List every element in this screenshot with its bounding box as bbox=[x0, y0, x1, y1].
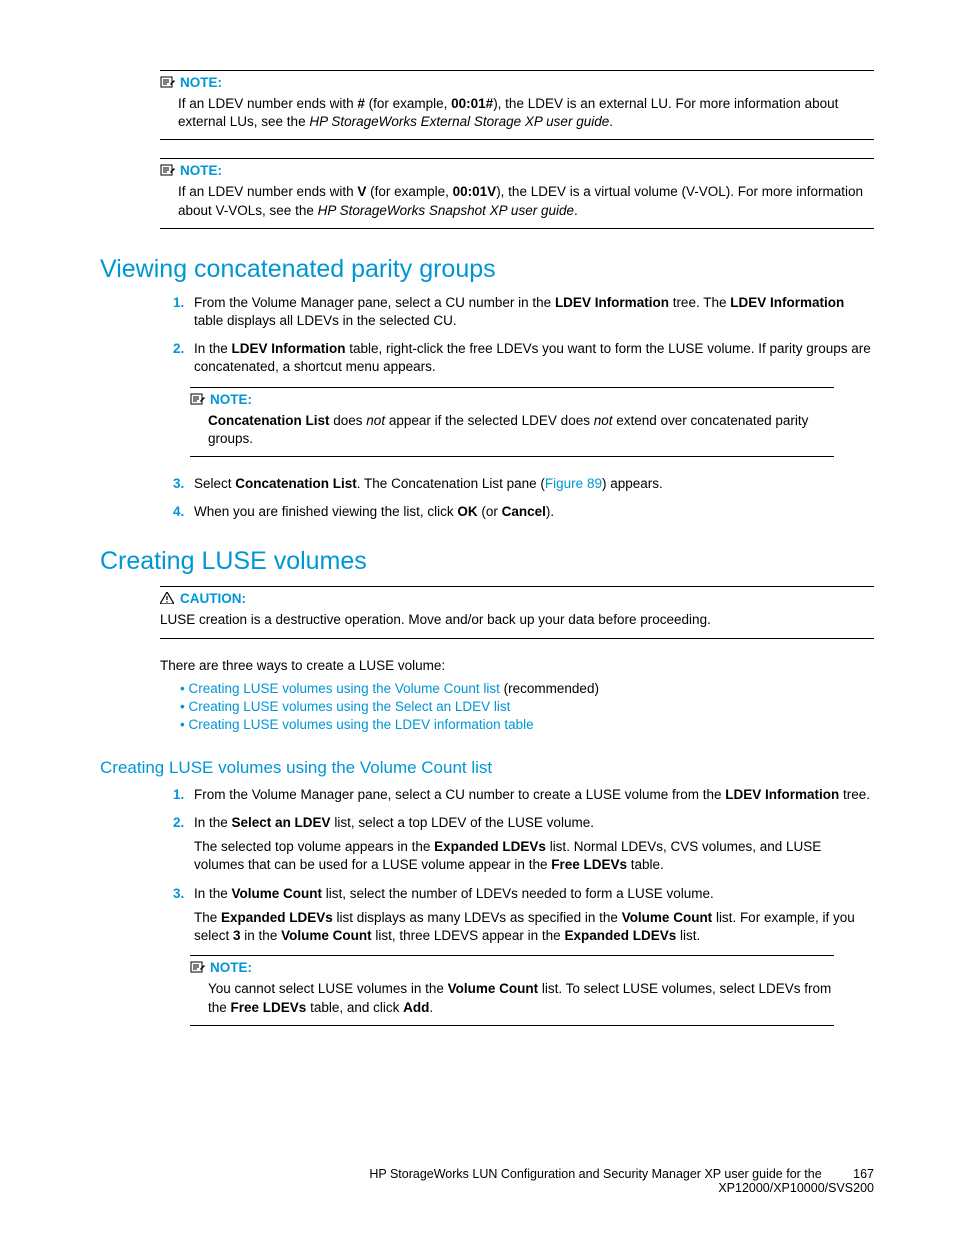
page-number: 167 bbox=[853, 1167, 874, 1181]
step-b3-detail: The Expanded LDEVs list displays as many… bbox=[194, 909, 874, 945]
section-heading-creating: Creating LUSE volumes bbox=[100, 547, 874, 576]
caution-body: LUSE creation is a destructive operation… bbox=[160, 611, 874, 629]
link-volume-count[interactable]: Creating LUSE volumes using the Volume C… bbox=[188, 681, 499, 696]
note-block-1: NOTE: If an LDEV number ends with # (for… bbox=[160, 70, 874, 140]
link-item-3: Creating LUSE volumes using the LDEV inf… bbox=[180, 717, 874, 732]
figure-link[interactable]: Figure 89 bbox=[545, 476, 602, 491]
caution-label: CAUTION: bbox=[180, 591, 246, 606]
link-item-2: Creating LUSE volumes using the Select a… bbox=[180, 699, 874, 714]
step-4: When you are finished viewing the list, … bbox=[188, 503, 874, 521]
step-3: Select Concatenation List. The Concatena… bbox=[188, 475, 874, 493]
link-item-1: Creating LUSE volumes using the Volume C… bbox=[180, 681, 874, 696]
note-block-3: NOTE: Concatenation List does not appear… bbox=[190, 387, 834, 457]
note-label: NOTE: bbox=[180, 75, 222, 90]
note-label: NOTE: bbox=[210, 960, 252, 975]
note-icon bbox=[160, 164, 176, 179]
steps-list-creating: From the Volume Manager pane, select a C… bbox=[160, 786, 874, 946]
step-b2: In the Select an LDEV list, select a top… bbox=[188, 814, 874, 875]
step-1: From the Volume Manager pane, select a C… bbox=[188, 294, 874, 330]
step-b2-detail: The selected top volume appears in the E… bbox=[194, 838, 874, 874]
note-body-2: If an LDEV number ends with V (for examp… bbox=[178, 183, 874, 219]
note-body-1: If an LDEV number ends with # (for examp… bbox=[178, 95, 874, 131]
section-heading-viewing: Viewing concatenated parity groups bbox=[100, 255, 874, 284]
note-body-3: Concatenation List does not appear if th… bbox=[208, 412, 834, 448]
note-body-4: You cannot select LUSE volumes in the Vo… bbox=[208, 980, 834, 1016]
note-block-2: NOTE: If an LDEV number ends with V (for… bbox=[160, 158, 874, 228]
footer-title-2: XP12000/XP10000/SVS200 bbox=[718, 1181, 874, 1195]
step-b1: From the Volume Manager pane, select a C… bbox=[188, 786, 874, 804]
steps-list-viewing: From the Volume Manager pane, select a C… bbox=[160, 294, 874, 377]
link-ldev-info-table[interactable]: Creating LUSE volumes using the LDEV inf… bbox=[188, 717, 533, 732]
note-icon bbox=[160, 76, 176, 91]
page-footer: HP StorageWorks LUN Configuration and Se… bbox=[100, 1167, 874, 1195]
caution-block: CAUTION: LUSE creation is a destructive … bbox=[160, 586, 874, 638]
link-select-ldev[interactable]: Creating LUSE volumes using the Select a… bbox=[188, 699, 510, 714]
step-2: In the LDEV Information table, right-cli… bbox=[188, 340, 874, 376]
note-icon bbox=[190, 393, 206, 408]
step-b3: In the Volume Count list, select the num… bbox=[188, 885, 874, 946]
note-block-4: NOTE: You cannot select LUSE volumes in … bbox=[190, 955, 834, 1025]
steps-list-viewing-cont: Select Concatenation List. The Concatena… bbox=[160, 475, 874, 521]
luse-links-list: Creating LUSE volumes using the Volume C… bbox=[180, 681, 874, 732]
note-icon bbox=[190, 961, 206, 976]
luse-intro-text: There are three ways to create a LUSE vo… bbox=[160, 657, 874, 675]
footer-title-1: HP StorageWorks LUN Configuration and Se… bbox=[369, 1167, 821, 1181]
caution-icon bbox=[160, 592, 176, 607]
note-label: NOTE: bbox=[210, 392, 252, 407]
note-label: NOTE: bbox=[180, 163, 222, 178]
subsection-heading-volume-count: Creating LUSE volumes using the Volume C… bbox=[100, 758, 874, 778]
document-page: NOTE: If an LDEV number ends with # (for… bbox=[0, 0, 954, 1235]
